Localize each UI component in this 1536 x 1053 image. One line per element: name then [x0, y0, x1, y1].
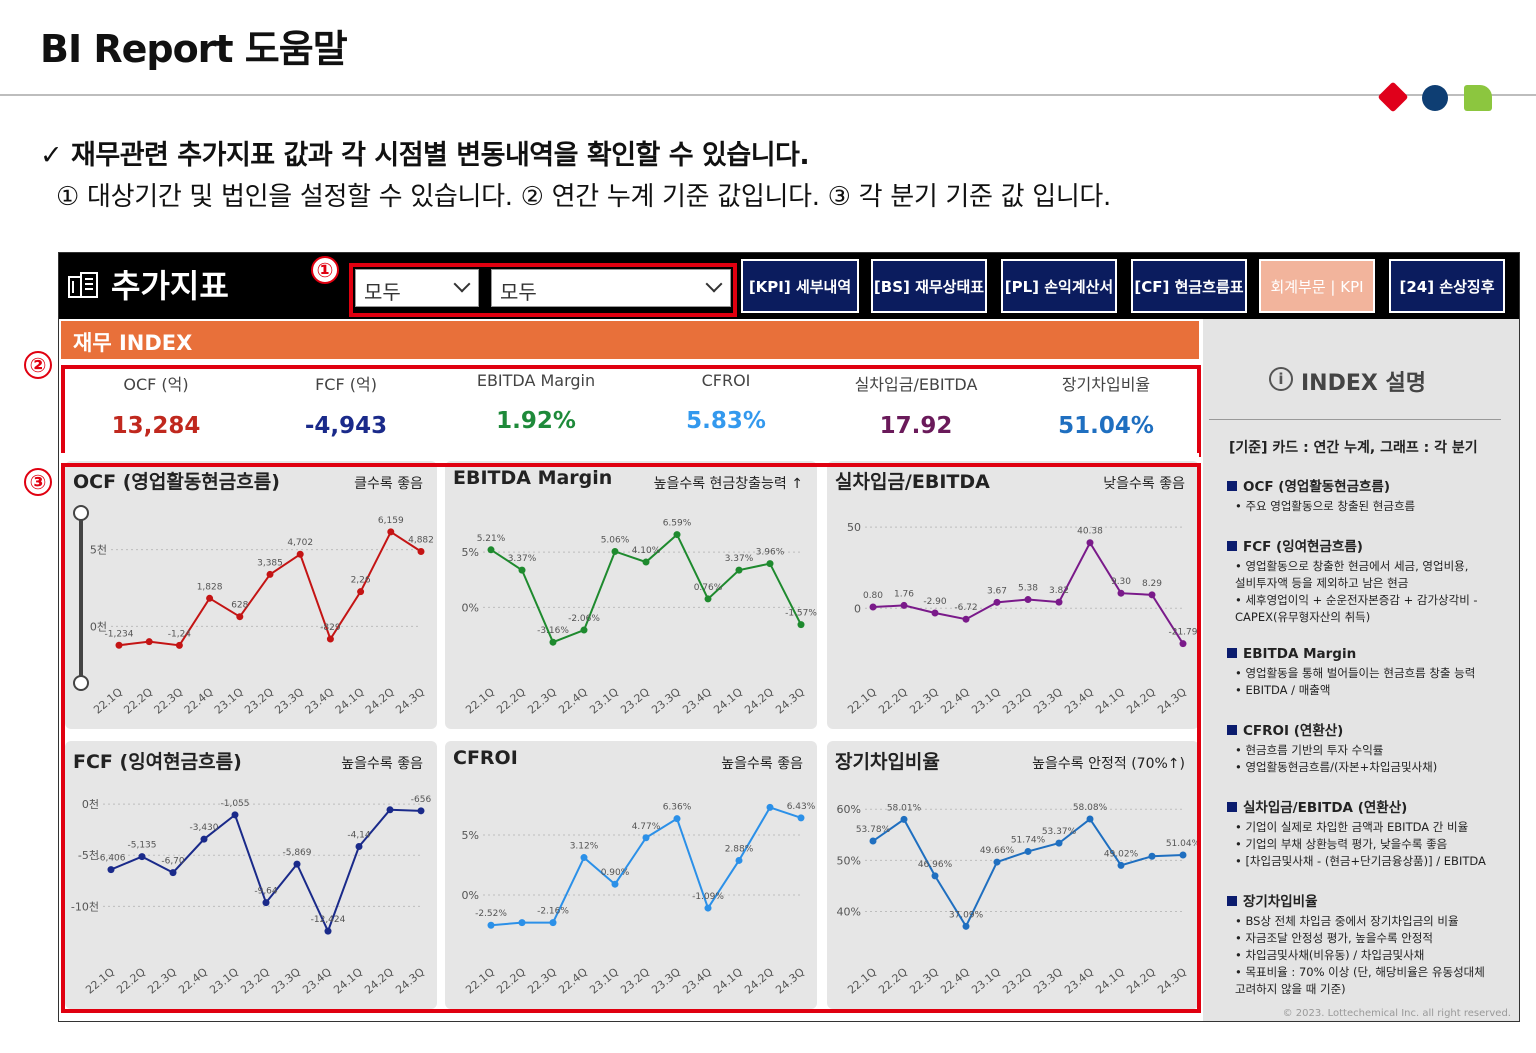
- annotation-box-3: [61, 463, 1201, 1013]
- index-description-panel: i INDEX 설명 [기준] 카드 : 연간 누계, 그래프 : 각 분기 O…: [1203, 319, 1519, 1021]
- index-description-bullet: 설비투자액 등을 제외하고 남은 현금: [1235, 576, 1409, 590]
- marker-2: ②: [24, 351, 52, 379]
- description-headline: ✓ 재무관련 추가지표 값과 각 시점별 변동내역을 확인할 수 있습니다.: [40, 140, 810, 171]
- copyright: © 2023. Lottechemical Inc. all right res…: [1282, 1008, 1511, 1019]
- index-description-bullet: • 기업의 부채 상환능력 평가, 낮을수록 좋음: [1235, 837, 1448, 851]
- index-description-bullet: • 주요 영업활동으로 창출된 현금흐름: [1235, 499, 1416, 513]
- index-description-bullet: • 자금조달 안정성 평가, 높을수록 안정적: [1235, 931, 1433, 945]
- brand-dots: [1377, 81, 1500, 113]
- index-description-item-title: EBITDA Margin: [1227, 646, 1517, 662]
- index-description-item-title: 실차입금/EBITDA (연환산): [1227, 796, 1517, 816]
- report-title: 추가지표: [111, 267, 229, 305]
- marker-3: ③: [24, 468, 52, 496]
- index-description-item: 실차입금/EBITDA (연환산) • 기업이 실제로 차입한 금액과 EBITD…: [1227, 796, 1517, 870]
- marker-1: ①: [311, 256, 339, 284]
- index-description-item-title: FCF (잉여현금흐름): [1227, 535, 1517, 555]
- index-description-bullet: • 영업활동현금흐름/(자본+차입금및사채): [1235, 760, 1438, 774]
- nav-pl[interactable]: [PL] 손익계산서: [1001, 259, 1117, 313]
- index-description-item: OCF (영업활동현금흐름) • 주요 영업활동으로 창출된 현금흐름: [1227, 475, 1517, 515]
- nav-impairment[interactable]: [24] 손상징후: [1389, 259, 1505, 313]
- divider: [0, 94, 1536, 96]
- nav-bs[interactable]: [BS] 재무상태표: [871, 259, 987, 313]
- index-description-bullet: • [차입금및사채 - (현금+단기금융상품)] / EBITDA: [1235, 854, 1486, 868]
- red-diamond-icon: [1377, 81, 1409, 113]
- index-description-bullet: • 현금흐름 기반의 투자 수익률: [1235, 743, 1384, 757]
- annotation-box-2: [61, 365, 1201, 457]
- nav-accounting-kpi[interactable]: 회계부문 | KPI: [1259, 259, 1375, 313]
- index-description-item-title: CFROI (연환산): [1227, 719, 1517, 739]
- nav-kpi-detail[interactable]: [KPI] 세부내역: [741, 259, 859, 313]
- index-description-item: CFROI (연환산) • 현금흐름 기반의 투자 수익률 • 영업활동현금흐름/(…: [1227, 719, 1517, 776]
- index-description-bullet: • 차입금및사채(비유동) / 차입금및사채: [1235, 948, 1425, 962]
- index-header: 재무 INDEX: [61, 321, 1199, 359]
- blue-circle-icon: [1422, 85, 1448, 111]
- index-description-bullet: • 영업활동으로 창출한 현금에서 세금, 영업비용,: [1235, 559, 1469, 573]
- basis-note: [기준] 카드 : 연간 누계, 그래프 : 각 분기: [1229, 440, 1478, 456]
- index-description-bullet: • BS상 전체 차입금 중에서 장기차입금의 비율: [1235, 914, 1459, 928]
- index-description-bullet: • 세후영업이익 + 순운전자본증감 + 감가상각비 -: [1235, 593, 1478, 607]
- book-icon: [68, 272, 98, 298]
- index-description-item: EBITDA Margin • 영업활동을 통해 벌어들이는 현금흐름 창출 능력…: [1227, 646, 1517, 699]
- divider: [1209, 419, 1501, 420]
- index-description-bullet: CAPEX(유무형자산의 취득): [1235, 610, 1371, 624]
- green-square-icon: [1464, 85, 1492, 111]
- index-description-bullet: 고려하지 않을 때 기준): [1235, 982, 1346, 996]
- index-description-item-title: OCF (영업활동현금흐름): [1227, 475, 1517, 495]
- report-frame: 추가지표 모두 모두 [KPI] 세부내역 [BS] 재무상태표 [PL] 손익…: [58, 252, 1520, 1022]
- nav-cf[interactable]: [CF] 현금흐름표: [1131, 259, 1247, 313]
- page-title: BI Report 도움말: [40, 27, 348, 71]
- annotation-box-1: [349, 263, 737, 317]
- description-steps: ① 대상기간 및 법인을 설정할 수 있습니다. ② 연간 누계 기준 값입니다…: [56, 182, 1112, 212]
- index-description-item-title: 장기차입비율: [1227, 890, 1517, 910]
- index-description-title-text: INDEX 설명: [1301, 371, 1426, 396]
- index-description-title: i INDEX 설명: [1269, 365, 1426, 397]
- index-description-item: 장기차입비율 • BS상 전체 차입금 중에서 장기차입금의 비율 • 자금조달 안…: [1227, 890, 1517, 998]
- index-description-bullet: • 기업이 실제로 차입한 금액과 EBITDA 간 비율: [1235, 820, 1469, 834]
- index-description-bullet: • 목표비율 : 70% 이상 (단, 해당비율은 유동성대체: [1235, 965, 1485, 979]
- index-description-item: FCF (잉여현금흐름) • 영업활동으로 창출한 현금에서 세금, 영업비용, …: [1227, 535, 1517, 626]
- index-description-bullet: • 영업활동을 통해 벌어들이는 현금흐름 창출 능력: [1235, 666, 1476, 680]
- index-description-list: OCF (영업활동현금흐름) • 주요 영업활동으로 창출된 현금흐름 FCF (잉…: [1227, 475, 1517, 1018]
- info-icon: i: [1269, 367, 1293, 391]
- report-topbar: 추가지표 모두 모두 [KPI] 세부내역 [BS] 재무상태표 [PL] 손익…: [59, 253, 1519, 319]
- index-description-bullet: • EBITDA / 매출액: [1235, 683, 1331, 697]
